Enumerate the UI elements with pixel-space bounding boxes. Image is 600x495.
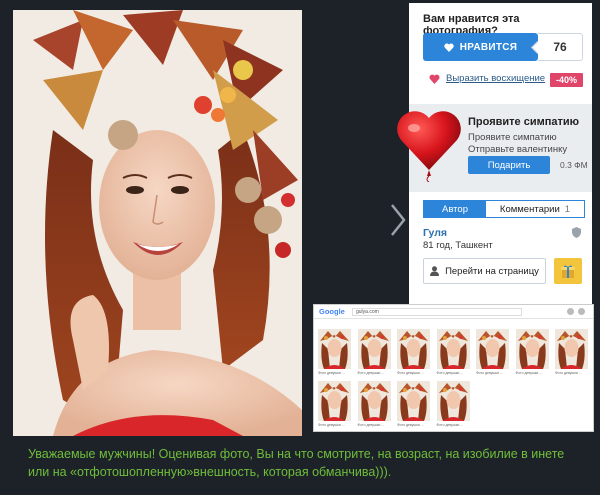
shield-icon[interactable] — [572, 227, 581, 238]
google-thumb[interactable] — [318, 381, 351, 421]
tab-comments[interactable]: Комментарии 1 — [486, 201, 584, 217]
google-logo: Google — [319, 307, 345, 316]
google-thumb-caption: Фото девушки ... — [318, 371, 345, 375]
sympathy-line-1: Проявите симпатию — [468, 132, 557, 143]
google-thumb-caption: Фото девушки ... — [357, 423, 385, 427]
google-thumb[interactable] — [555, 329, 588, 369]
main-photo[interactable] — [13, 10, 302, 436]
tab-comments-label: Комментарии — [499, 203, 560, 215]
google-thumb[interactable] — [318, 329, 351, 369]
post-caption: Уважаемые мужчины! Оценивая фото, Вы на … — [28, 447, 565, 479]
google-thumb-caption: Фото девушки ... — [318, 423, 345, 427]
google-thumb[interactable] — [397, 381, 430, 421]
google-thumb[interactable] — [436, 381, 470, 421]
author-name[interactable]: Гуля — [423, 227, 447, 239]
gift-icon-button[interactable] — [554, 258, 582, 284]
google-thumb-caption: Фото девушки ... — [357, 371, 385, 375]
google-thumb[interactable] — [397, 329, 430, 369]
google-thumb-caption: Фото девушки ... — [397, 423, 424, 427]
comments-count: 1 — [564, 203, 571, 215]
google-thumb[interactable] — [515, 329, 549, 369]
heart-icon — [444, 43, 454, 52]
google-thumb-caption: Фото девушки ... — [555, 371, 582, 375]
admire-link[interactable]: Выразить восхищение — [446, 73, 545, 84]
admire-row: Выразить восхищение — [429, 73, 545, 84]
tab-author[interactable]: Автор — [424, 201, 486, 217]
goto-profile-label: Перейти на страницу — [445, 265, 539, 277]
google-query: gulya.com — [352, 308, 522, 316]
gift-button[interactable]: Подарить — [468, 156, 550, 174]
author-info: 81 год, Ташкент — [423, 240, 493, 251]
sympathy-title: Проявите симпатию — [468, 116, 580, 128]
google-tools — [567, 308, 585, 315]
google-thumb[interactable] — [357, 329, 391, 369]
discount-badge: -40% — [550, 73, 584, 87]
gift-icon — [561, 265, 575, 278]
google-thumb-caption: Фото девушки ... — [397, 371, 424, 375]
gift-price: 0.3 ФМ — [560, 160, 588, 170]
google-thumb-caption: Фото девушки ... — [436, 423, 464, 427]
google-results-screenshot: Google gulya.com Фото девушки ... Фото де… — [313, 304, 594, 432]
google-topbar: Google gulya.com — [314, 305, 593, 319]
heart-small-icon — [429, 74, 440, 84]
valentine-heart-icon — [397, 111, 461, 182]
author-tabs: Автор Комментарии 1 — [423, 200, 585, 218]
like-label: НРАВИТСЯ — [459, 41, 518, 53]
google-thumb[interactable] — [436, 329, 470, 369]
google-thumb-caption: Фото девушки ... — [436, 371, 464, 375]
sympathy-line-2: Отправьте валентинку — [468, 144, 568, 155]
goto-profile-button[interactable]: Перейти на страницу — [423, 258, 546, 284]
google-thumb[interactable] — [476, 329, 509, 369]
google-thumb-caption: Фото девушки ... — [476, 371, 503, 375]
user-icon — [430, 266, 440, 276]
google-logo-text: Google — [319, 307, 345, 316]
like-button[interactable]: НРАВИТСЯ — [423, 33, 538, 61]
chevron-right-icon[interactable] — [389, 203, 407, 237]
google-thumb-caption: Фото девушки ... — [515, 371, 543, 375]
portrait-image — [13, 10, 302, 436]
like-count: 76 — [538, 33, 583, 61]
google-thumb[interactable] — [357, 381, 391, 421]
